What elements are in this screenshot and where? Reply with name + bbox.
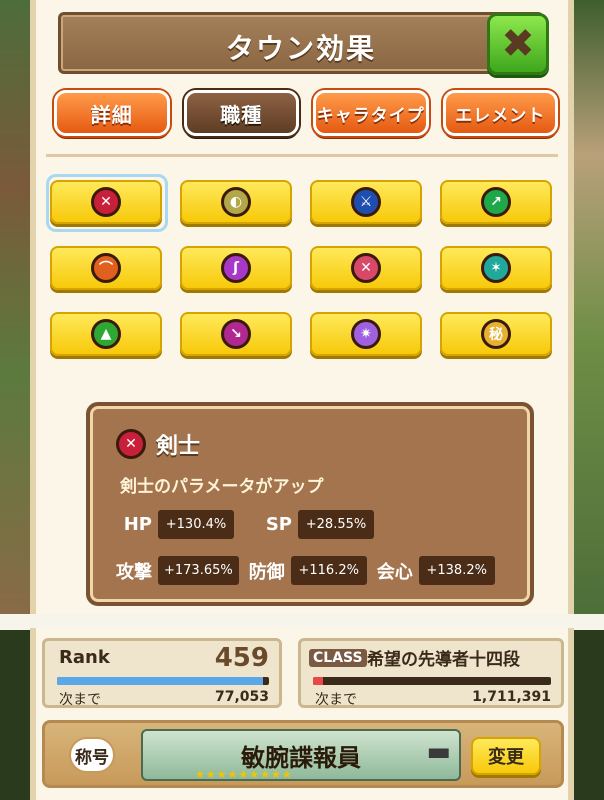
job-button[interactable]: ʃ [180,246,292,290]
rank-label: Rank [59,647,110,668]
class-box: CLASS 希望の先導者十四段 次まで 1,711,391 [298,638,564,708]
hp-label: HP [123,514,152,535]
secret-blade-icon: ✷ [351,319,381,349]
job-button[interactable]: ↗ [440,180,552,224]
class-progress-fill [313,677,323,685]
job-button[interactable]: ✕ [310,246,422,290]
job-button[interactable]: ⚔ [310,180,422,224]
stat-row-1: HP +130.4% SP +28.55% [112,510,374,539]
job-button[interactable]: 秘 [440,312,552,356]
bread-icon: ◐ [221,187,251,217]
class-next-value: 1,711,391 [472,689,551,705]
sp-value: +28.55% [298,510,374,539]
title-plate: 敏腕諜報員 ▬ ★★★★★★★★★ [141,729,461,781]
rank-progress-fill [57,677,263,685]
class-progress-bar [313,677,551,685]
job-info-box: ✕ 剣士 剣士のパラメータがアップ HP +130.4% SP +28.55% … [86,402,534,606]
rank-next-label: 次まで [59,692,101,708]
attack-value: +173.65% [158,556,239,585]
panel-title: タウン効果 [225,32,376,65]
job-button[interactable]: ◐ [180,180,292,224]
close-button[interactable]: ✖ [487,13,549,75]
sword-icon: ✕ [116,429,146,459]
class-value: 希望の先導者十四段 [367,650,520,670]
job-name: 剣士 [156,434,201,459]
close-x-icon: ✖ [501,21,535,67]
dagger-icon: ↗ [481,187,511,217]
sp-label: SP [265,514,292,535]
change-title-button[interactable]: 変更 [471,737,541,775]
title-stars: ★★★★★★★★★ [195,768,293,781]
sword-icon: ✕ [91,187,121,217]
job-description: 剣士のパラメータがアップ [120,477,324,497]
job-button[interactable]: ⌒ [50,246,162,290]
dragon-icon: ✶ [481,253,511,283]
job-button[interactable]: ↘ [180,312,292,356]
rank-value: 459 [214,643,269,673]
job-button[interactable]: ✕ [46,174,168,232]
job-info-header: ✕ 剣士 [116,428,200,460]
title-bar: タウン効果 ✖ [58,12,549,75]
job-button[interactable]: ✶ [440,246,552,290]
staff-icon: ʃ [221,253,251,283]
title-badge: 称号 [69,737,115,773]
bow-icon: ⌒ [91,253,121,283]
background-scenery-left [0,0,34,620]
player-status-area: Rank 459 次まで 77,053 CLASS 希望の先導者十四段 次まで … [30,628,574,800]
town-effect-panel: タウン効果 ✖ 詳細 職種 キャラタイプ エレメント ✕ ◐ ⚔ ↗ ⌒ ʃ ✕ ✶ ▲ ↘ ✷ 秘 … [30,0,574,616]
rank-next-value: 77,053 [214,689,269,705]
tab-job-type[interactable]: 職種 [183,90,299,136]
class-next-label: 次まで [315,692,357,708]
job-button-grid: ✕ ◐ ⚔ ↗ ⌒ ʃ ✕ ✶ ▲ ↘ ✷ 秘 [46,174,554,356]
tab-element[interactable]: エレメント [442,90,558,136]
critical-label: 会心 [376,561,413,583]
tab-character-type[interactable]: キャラタイプ [313,90,429,136]
twin-blades-icon: ✕ [351,253,381,283]
category-tabs: 詳細 職種 キャラタイプ エレメント [54,90,558,138]
player-title-strip: 称号 敏腕諜報員 ▬ ★★★★★★★★★ 変更 [42,720,564,788]
shield-icon: ▲ [91,319,121,349]
hp-value: +130.4% [158,510,234,539]
section-divider [46,154,558,157]
class-label: CLASS [309,649,367,667]
rank-box: Rank 459 次まで 77,053 [42,638,282,708]
critical-value: +138.2% [418,556,495,585]
job-button[interactable]: ▲ [50,312,162,356]
pistol-icon: ▬ [426,737,451,767]
rank-progress-bar [57,677,269,685]
hammer-icon: ↘ [221,319,251,349]
secret-scroll-icon: 秘 [481,319,511,349]
axe-icon: ⚔ [351,187,381,217]
defense-value: +116.2% [290,556,367,585]
attack-label: 攻撃 [116,561,152,583]
tab-detail[interactable]: 詳細 [54,90,170,136]
defense-label: 防御 [248,561,285,583]
stat-row-2: 攻撃 +173.65% 防御 +116.2% 会心 +138.2% [112,556,495,585]
job-button[interactable]: ✷ [310,312,422,356]
